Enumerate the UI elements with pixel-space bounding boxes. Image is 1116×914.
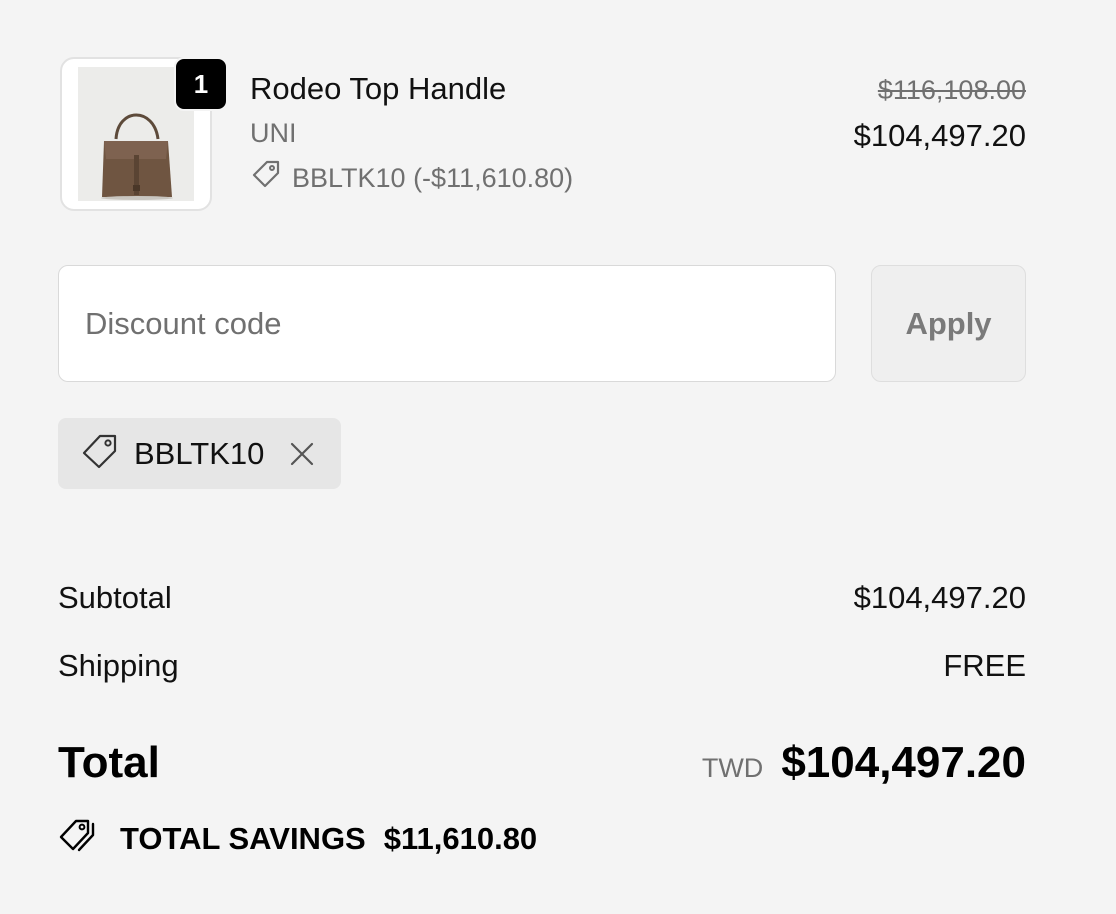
total-label: Total bbox=[58, 738, 160, 787]
tag-icon bbox=[250, 158, 282, 197]
subtotal-value: $104,497.20 bbox=[853, 580, 1026, 615]
savings-value: $11,610.80 bbox=[383, 821, 538, 856]
product-prices: $116,108.00 $104,497.20 bbox=[854, 73, 1026, 154]
remove-discount-button[interactable] bbox=[288, 440, 316, 468]
line-item: 1 Rodeo Top Handle UNI BBLTK10 (-$11,610… bbox=[60, 43, 1026, 223]
order-summary: 1 Rodeo Top Handle UNI BBLTK10 (-$11,610… bbox=[0, 0, 1116, 914]
product-thumbnail: 1 bbox=[60, 57, 228, 211]
applied-code-label: BBLTK10 bbox=[134, 435, 265, 471]
tag-icon bbox=[80, 431, 120, 476]
total-amount: TWD $104,497.20 bbox=[702, 738, 1026, 788]
total-value: $104,497.20 bbox=[781, 738, 1026, 787]
original-price: $116,108.00 bbox=[877, 75, 1026, 105]
subtotal-row: Subtotal $104,497.20 bbox=[58, 580, 1026, 616]
total-row: Total TWD $104,497.20 bbox=[58, 738, 1026, 788]
total-currency: TWD bbox=[701, 753, 764, 783]
current-price: $104,497.20 bbox=[853, 118, 1026, 153]
product-name: Rodeo Top Handle bbox=[250, 71, 507, 106]
product-variant: UNI bbox=[250, 118, 297, 148]
product-info: Rodeo Top Handle UNI BBLTK10 (-$11,610.8… bbox=[250, 71, 573, 197]
apply-button[interactable]: Apply bbox=[871, 265, 1026, 382]
applied-discount-chip: BBLTK10 bbox=[58, 418, 341, 489]
shipping-label: Shipping bbox=[58, 648, 179, 683]
savings-label: TOTAL SAVINGS bbox=[120, 821, 366, 856]
discount-code-input[interactable] bbox=[58, 265, 836, 382]
product-discount: BBLTK10 (-$11,610.80) bbox=[250, 158, 573, 197]
product-discount-text: BBLTK10 (-$11,610.80) bbox=[292, 162, 574, 193]
shipping-value: FREE bbox=[943, 648, 1026, 683]
tags-icon bbox=[58, 816, 100, 862]
subtotal-label: Subtotal bbox=[58, 580, 172, 615]
close-icon bbox=[291, 442, 314, 465]
shipping-row: Shipping FREE bbox=[58, 648, 1026, 684]
quantity-badge: 1 bbox=[174, 57, 228, 111]
total-savings: TOTAL SAVINGS $11,610.80 bbox=[58, 816, 537, 862]
